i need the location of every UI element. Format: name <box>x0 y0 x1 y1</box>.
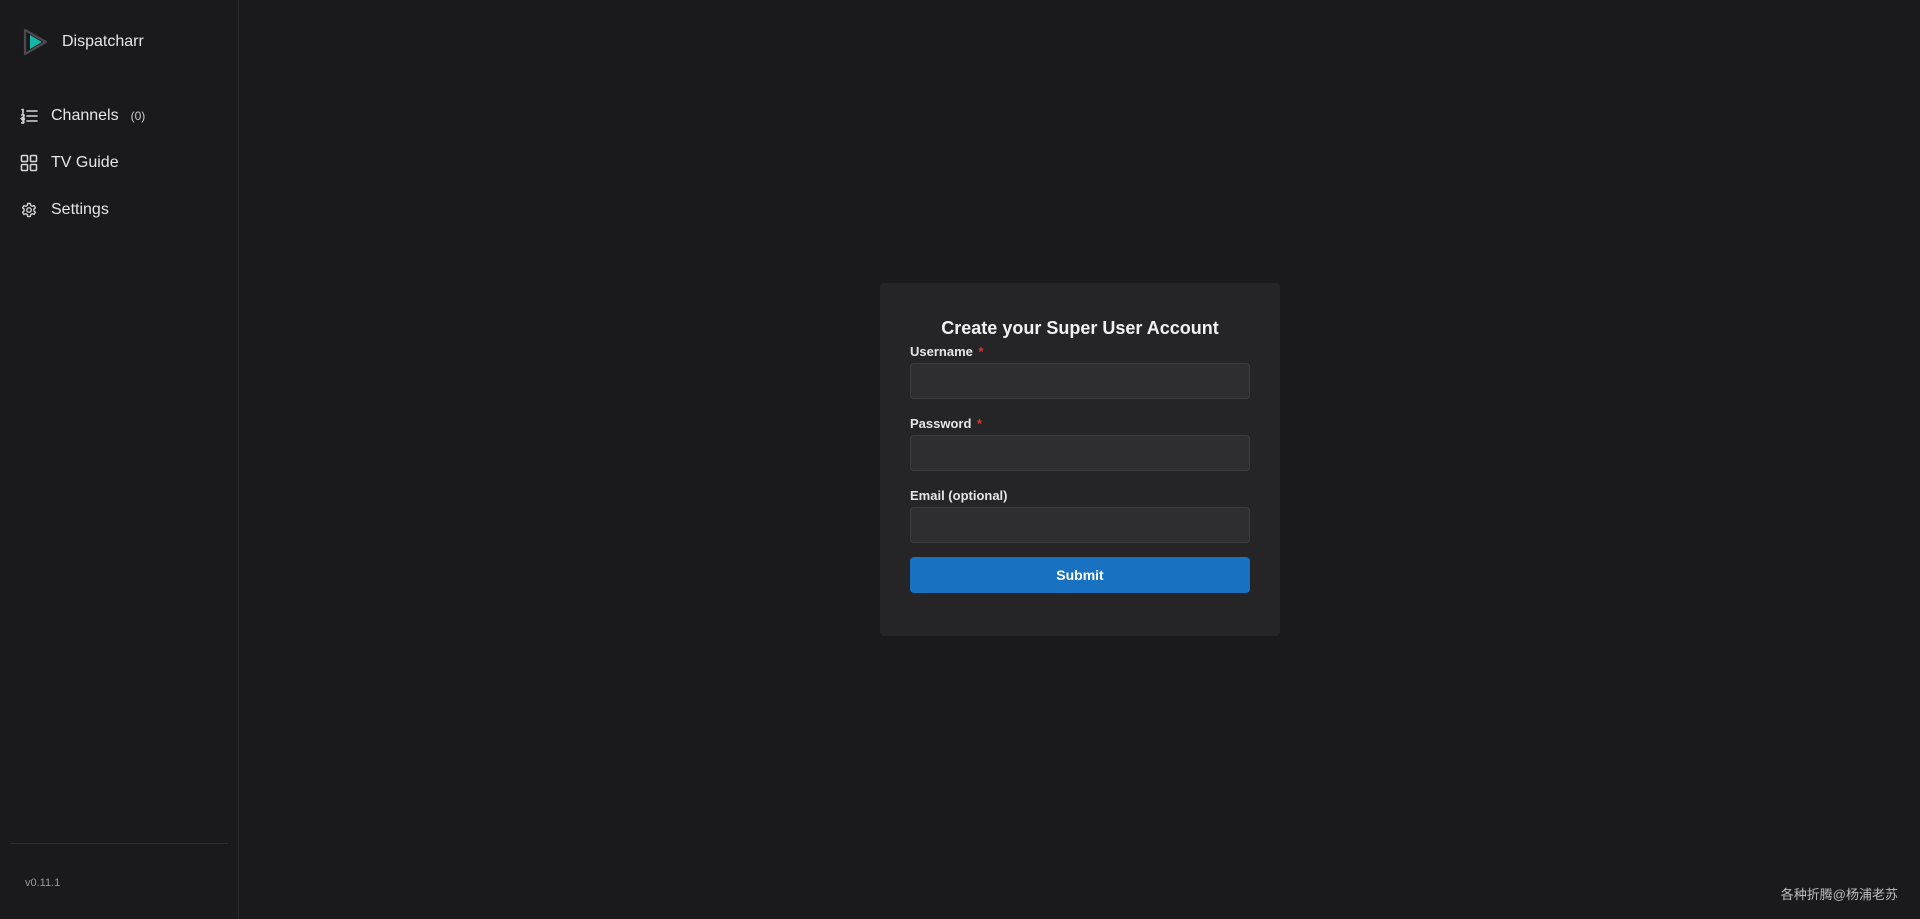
sidebar-item-settings[interactable]: Settings <box>0 186 238 233</box>
channel-count-badge: (0) <box>130 108 146 123</box>
sidebar-divider <box>10 843 228 844</box>
dispatcharr-logo-icon <box>22 27 48 57</box>
sidebar: Dispatcharr Channels (0) TV Guide Settin… <box>0 0 239 919</box>
email-input[interactable] <box>910 507 1250 543</box>
required-asterisk: * <box>977 416 983 431</box>
version-label: v0.11.1 <box>25 877 61 889</box>
sidebar-item-label: TV Guide <box>51 153 119 171</box>
required-asterisk: * <box>978 344 984 359</box>
email-label: Email (optional) <box>910 488 1008 503</box>
form-title: Create your Super User Account <box>941 318 1219 338</box>
sidebar-item-channels[interactable]: Channels (0) <box>0 92 238 139</box>
watermark-text: 各种折腾@杨浦老苏 <box>1780 887 1898 902</box>
gear-icon <box>20 201 38 219</box>
list-numbers-icon <box>20 107 38 125</box>
submit-button[interactable]: Submit <box>910 557 1250 593</box>
email-field-group: Email (optional) <box>910 488 1250 543</box>
app-name: Dispatcharr <box>62 33 144 50</box>
username-label: Username <box>910 344 973 359</box>
username-field-group: Username * <box>910 344 1250 399</box>
username-input[interactable] <box>910 363 1250 399</box>
sidebar-item-label: Settings <box>51 200 109 218</box>
superuser-form: Create your Super User Account Username … <box>880 283 1280 636</box>
layout-grid-icon <box>20 154 38 172</box>
sidebar-item-tv-guide[interactable]: TV Guide <box>0 139 238 186</box>
password-input[interactable] <box>910 435 1250 471</box>
sidebar-item-label: Channels <box>51 106 119 124</box>
password-field-group: Password * <box>910 416 1250 471</box>
brand[interactable]: Dispatcharr <box>22 26 144 58</box>
sidebar-nav: Channels (0) TV Guide Settings <box>0 92 238 233</box>
password-label: Password <box>910 416 972 431</box>
